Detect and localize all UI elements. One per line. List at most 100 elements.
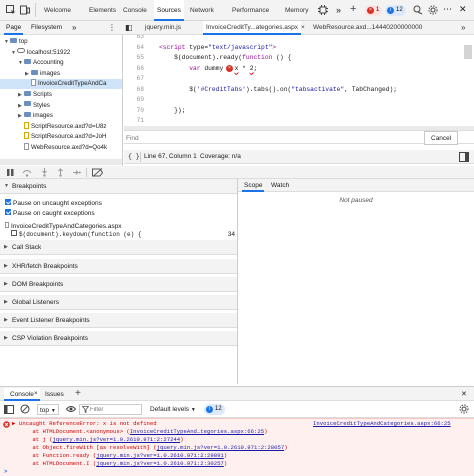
gear-icon[interactable]: [459, 404, 469, 414]
tree-item[interactable]: ▶ images: [0, 69, 122, 79]
step-over-icon[interactable]: [22, 168, 32, 177]
stack-frame-link[interactable]: jquery.min.js?ver=1.0.2610.971:2:29891: [96, 452, 224, 459]
editor-tab-invoice[interactable]: InvoiceCreditTy...ategories.aspx: [203, 21, 302, 35]
more-tabs-icon[interactable]: »: [72, 21, 76, 35]
code-line[interactable]: 71: [124, 115, 464, 126]
sidebar-toggle-icon[interactable]: [4, 405, 14, 414]
code-line[interactable]: 64 <script type="text/javascript">: [124, 42, 464, 53]
tab-welcome[interactable]: Welcome: [44, 0, 71, 21]
cancel-button[interactable]: Cancel: [424, 131, 459, 145]
breakpoint-item[interactable]: $(document).keydown(function (e) { 34: [5, 230, 235, 240]
tree-item[interactable]: ▼ localhost:51922: [0, 48, 122, 58]
log-levels-dropdown[interactable]: Default levels ▼: [150, 404, 196, 415]
tab-performance[interactable]: Performance: [232, 0, 269, 21]
tab-console[interactable]: Console: [123, 0, 147, 21]
pretty-print-icon[interactable]: { }: [128, 150, 140, 164]
breakpoint-checkbox[interactable]: [11, 230, 17, 237]
pause-caught-option[interactable]: Pause on caught exceptions: [5, 209, 95, 219]
tab-sources[interactable]: Sources: [154, 0, 184, 21]
editor-tab-close-icon[interactable]: ×: [301, 21, 305, 35]
line-number[interactable]: 69: [124, 94, 144, 105]
line-number[interactable]: 71: [124, 115, 144, 126]
code-line[interactable]: 70 });: [124, 105, 464, 116]
close-icon[interactable]: ✕: [459, 3, 467, 16]
gear-icon[interactable]: [428, 5, 438, 15]
step-icon[interactable]: [72, 168, 81, 177]
line-number[interactable]: 65: [124, 52, 144, 63]
stack-frame-link[interactable]: jquery.min.js?ver=1.0.2610.971:2:27244: [53, 436, 181, 443]
breakpoints-section-header[interactable]: ▼ Breakpoints: [0, 179, 237, 194]
tab-filesystem[interactable]: Filesystem: [31, 21, 62, 35]
tree-item[interactable]: ▼ top: [0, 37, 122, 47]
tree-item[interactable]: ▶ images: [0, 111, 122, 121]
stack-frame-link[interactable]: InvoiceCreditTypeAnd…tegories.aspx:66:25: [130, 428, 264, 435]
stack-frame-link[interactable]: jquery.min.js?ver=1.0.2610.971:2:28057: [157, 444, 285, 451]
inspect-icon[interactable]: [6, 5, 16, 15]
code-line[interactable]: 69: [124, 94, 464, 105]
tab-elements[interactable]: Elements: [89, 0, 116, 21]
code-line[interactable]: 68 $('#CreditTabs').tabs().on("tabsactiv…: [124, 84, 464, 95]
pause-icon[interactable]: [6, 168, 15, 177]
more-options-icon[interactable]: ⋮: [108, 21, 116, 35]
tree-item[interactable]: ▶ Styles: [0, 101, 122, 111]
debugger-section-header[interactable]: ▶ Event Listener Breakpoints: [0, 313, 237, 328]
line-number[interactable]: 68: [124, 84, 144, 95]
pause-caught-checkbox[interactable]: [5, 209, 11, 216]
line-number[interactable]: 70: [124, 105, 144, 116]
cpu-icon[interactable]: [318, 5, 328, 15]
close-tab-icon[interactable]: ×: [34, 388, 38, 401]
toggle-navigator-icon[interactable]: ◧: [125, 21, 133, 35]
tab-scope[interactable]: Scope: [242, 179, 265, 192]
tab-memory[interactable]: Memory: [285, 0, 308, 21]
tree-item[interactable]: WebResource.axd?d=Qo4k: [0, 143, 122, 153]
inline-error-icon[interactable]: ×: [226, 64, 233, 72]
add-tab-icon[interactable]: +: [75, 387, 81, 401]
code-line[interactable]: 67: [124, 73, 464, 84]
console-message-count-badge[interactable]: i 12: [204, 404, 225, 415]
tree-item[interactable]: ScriptResource.axd?d=JoH: [0, 132, 122, 142]
drawer-tab-issues[interactable]: Issues: [45, 388, 64, 401]
line-number[interactable]: 66: [124, 63, 144, 74]
eye-icon[interactable]: [66, 405, 76, 413]
tab-network[interactable]: Network: [190, 0, 214, 21]
tree-item[interactable]: ▼ Accounting: [0, 58, 122, 68]
code-editor[interactable]: 63 64 <script type="text/javascript"> 65 $(…: [124, 35, 474, 126]
tree-item[interactable]: ScriptResource.axd?d=U8z: [0, 121, 122, 132]
tab-page[interactable]: Page: [4, 21, 24, 35]
filter-input[interactable]: [90, 405, 140, 414]
debugger-section-header[interactable]: ▶ Call Stack: [0, 240, 237, 255]
code-line[interactable]: 66 var dummy = x * 2; ×: [124, 63, 464, 74]
error-count-badge[interactable]: × 1: [365, 5, 383, 16]
add-tab-icon[interactable]: +: [350, 3, 356, 16]
find-input[interactable]: [126, 133, 411, 143]
line-number[interactable]: 64: [124, 42, 144, 53]
error-source-link[interactable]: InvoiceCreditTypeAndCategories.aspx:66:2…: [313, 420, 451, 428]
line-number[interactable]: 67: [124, 73, 144, 84]
tree-item[interactable]: InvoiceCreditTypeAndCa: [0, 79, 122, 90]
context-selector[interactable]: top ▼: [37, 404, 59, 415]
more-options-icon[interactable]: ⋯: [443, 3, 452, 16]
debugger-section-header[interactable]: ▶ XHR/fetch Breakpoints: [0, 259, 237, 274]
device-emulation-icon[interactable]: [20, 5, 30, 15]
tree-horizontal-scrollbar[interactable]: [0, 159, 122, 165]
deactivate-breakpoints-icon[interactable]: [92, 168, 103, 177]
clear-console-icon[interactable]: [20, 404, 30, 414]
close-drawer-icon[interactable]: ✕: [461, 388, 467, 401]
editor-tab-jquery[interactable]: jquery.min.js: [145, 21, 181, 35]
stack-frame-link[interactable]: jquery.min.js?ver=1.0.2610.971:2:30257: [96, 460, 224, 467]
expand-error-icon[interactable]: ▶: [12, 420, 15, 428]
tab-watch[interactable]: Watch: [271, 179, 289, 192]
tree-item[interactable]: ▶ Scripts: [0, 90, 122, 100]
toggle-debugger-icon[interactable]: [459, 152, 469, 162]
debugger-section-header[interactable]: ▶ CSP Violation Breakpoints: [0, 331, 237, 346]
code-line[interactable]: 65 $(document).ready(function () {: [124, 52, 464, 63]
step-into-icon[interactable]: [40, 168, 49, 177]
more-tabs-icon[interactable]: »: [461, 21, 465, 35]
feedback-icon[interactable]: [413, 5, 423, 15]
debugger-section-header[interactable]: ▶ DOM Breakpoints: [0, 277, 237, 292]
message-count-badge[interactable]: i 12: [385, 5, 406, 16]
pause-uncaught-checkbox[interactable]: [5, 199, 11, 206]
debugger-section-header[interactable]: ▶ Global Listeners: [0, 295, 237, 310]
more-tabs-icon[interactable]: »: [336, 4, 341, 16]
editor-scrollbar-thumb[interactable]: [464, 45, 472, 59]
